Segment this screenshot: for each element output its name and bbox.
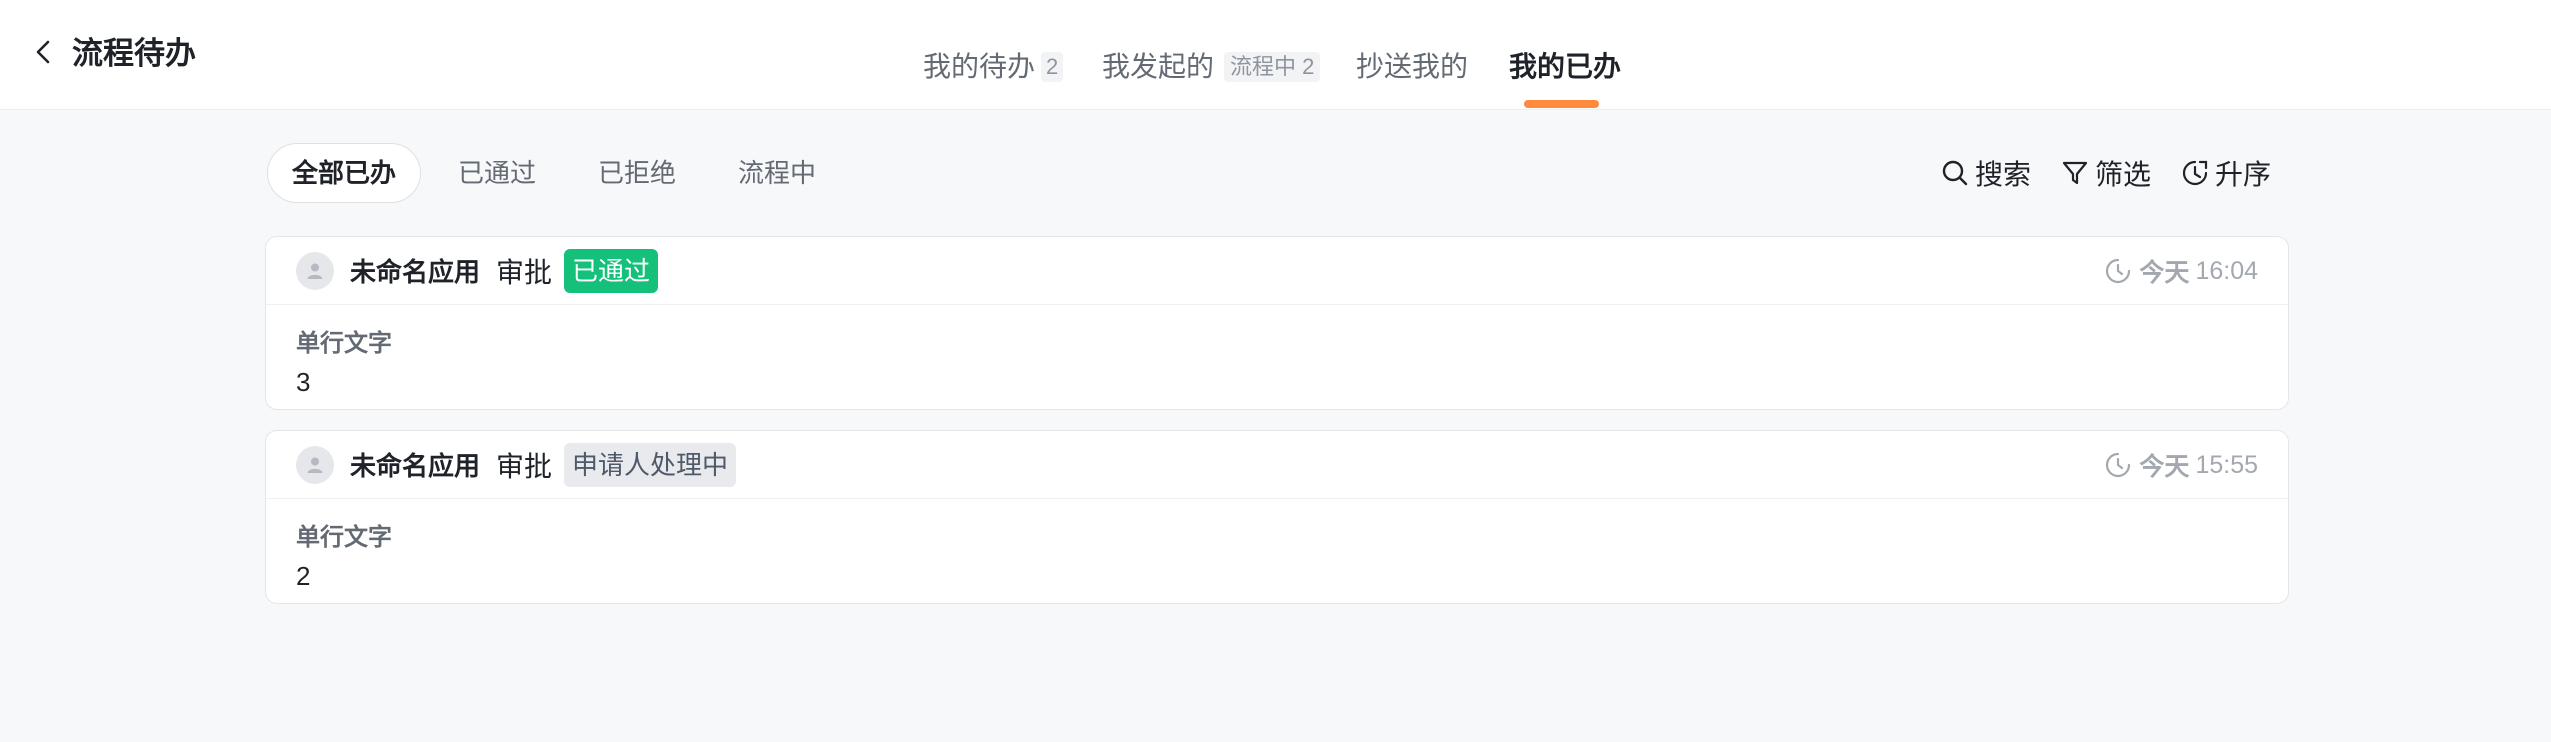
funnel-icon bbox=[2062, 161, 2088, 185]
status-badge: 申请人处理中 bbox=[564, 442, 737, 487]
sort-button[interactable]: 升序 bbox=[2181, 153, 2271, 193]
task-clock-time: 15:55 bbox=[2195, 450, 2258, 479]
tab-my-initiated[interactable]: 我发起的 流程中 2 bbox=[1102, 45, 1321, 89]
clock-icon bbox=[2106, 452, 2131, 478]
tab-label: 我的已办 bbox=[1509, 51, 1622, 82]
filter-chip-passed[interactable]: 已通过 bbox=[433, 143, 561, 203]
avatar bbox=[296, 251, 334, 290]
task-card-header: 未命名应用 审批 申请人处理中 今天 15:55 bbox=[266, 431, 2288, 499]
top-bar: 流程待办 我的待办 2 我发起的 流程中 2 抄送我的 我的已办 bbox=[0, 0, 2551, 110]
field-label: 单行文字 bbox=[296, 330, 392, 357]
tab-bar: 我的待办 2 我发起的 流程中 2 抄送我的 我的已办 bbox=[0, 0, 2551, 110]
list-actions: 搜索 筛选 升序 bbox=[1911, 150, 2271, 196]
task-card[interactable]: 未命名应用 审批 申请人处理中 今天 15:55 单行文字 2 bbox=[265, 430, 2289, 604]
search-label: 搜索 bbox=[1974, 159, 2031, 190]
task-card[interactable]: 未命名应用 审批 已通过 今天 16:04 单行文字 3 bbox=[265, 236, 2289, 410]
task-day: 今天 bbox=[2139, 453, 2190, 481]
tab-count-badge: 2 bbox=[1041, 52, 1064, 82]
tab-my-todo[interactable]: 我的待办 2 bbox=[923, 45, 1064, 89]
app-name: 未命名应用 bbox=[350, 257, 481, 287]
app-name: 未命名应用 bbox=[350, 451, 481, 481]
search-button[interactable]: 搜索 bbox=[1941, 153, 2031, 193]
status-badge: 已通过 bbox=[564, 248, 659, 293]
user-icon bbox=[307, 457, 323, 473]
tab-label: 我的待办 bbox=[923, 51, 1036, 82]
filter-button[interactable]: 筛选 bbox=[2061, 153, 2151, 193]
task-kind: 审批 bbox=[496, 450, 553, 482]
filter-chip-all-done[interactable]: 全部已办 bbox=[267, 143, 422, 203]
avatar bbox=[296, 445, 334, 484]
tab-label: 我发起的 bbox=[1102, 51, 1215, 82]
task-time: 今天 16:04 bbox=[2105, 237, 2258, 305]
tab-count-badge: 流程中 2 bbox=[1224, 52, 1321, 82]
clock-icon bbox=[2106, 258, 2131, 284]
field-value: 2 bbox=[296, 561, 311, 591]
filter-chip-group: 全部已办 已通过 已拒绝 流程中 bbox=[267, 143, 853, 203]
tab-my-done[interactable]: 我的已办 bbox=[1509, 45, 1621, 89]
task-card-header: 未命名应用 审批 已通过 今天 16:04 bbox=[266, 237, 2288, 305]
task-kind: 审批 bbox=[496, 256, 553, 288]
task-time: 今天 15:55 bbox=[2105, 431, 2258, 499]
sort-ascending-icon bbox=[2182, 160, 2208, 186]
tab-cc-to-me[interactable]: 抄送我的 bbox=[1356, 45, 1468, 89]
filter-chip-rejected[interactable]: 已拒绝 bbox=[573, 143, 701, 203]
user-icon bbox=[307, 263, 323, 279]
sort-label: 升序 bbox=[2214, 159, 2271, 190]
search-icon bbox=[1942, 160, 1968, 186]
field-label: 单行文字 bbox=[296, 524, 392, 551]
filter-chip-in-process[interactable]: 流程中 bbox=[713, 143, 841, 203]
task-clock-time: 16:04 bbox=[2195, 256, 2258, 285]
active-tab-indicator bbox=[1524, 100, 1599, 108]
tab-label: 抄送我的 bbox=[1356, 51, 1469, 82]
field-value: 3 bbox=[296, 367, 311, 397]
filter-label: 筛选 bbox=[2094, 159, 2151, 190]
task-day: 今天 bbox=[2139, 259, 2190, 287]
